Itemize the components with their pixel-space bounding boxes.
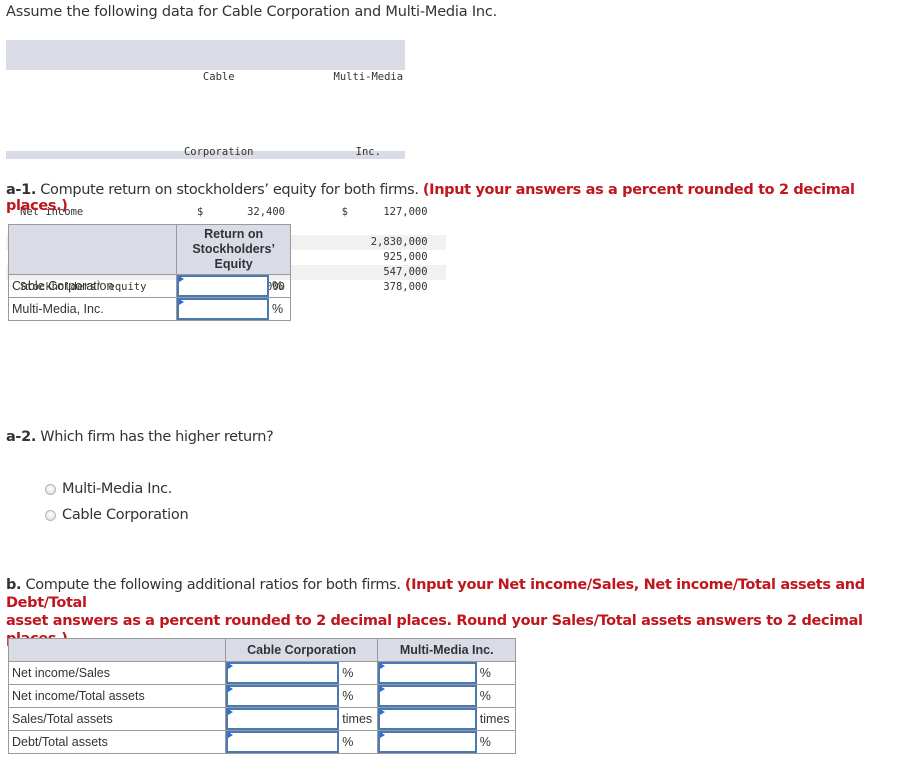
data-cell-multimedia: 2,830,000 — [291, 235, 446, 250]
roe-table: Return on Stockholders’ Equity Cable Cor… — [7, 224, 291, 321]
roe-row-cable: Cable Corporation % — [7, 274, 291, 298]
roe-input-cell — [176, 297, 269, 321]
ratios-row-label: Debt/Total assets — [8, 730, 226, 754]
data-header-cable-2: Corporation — [146, 115, 291, 190]
radio-option-cable[interactable]: Cable Corporation — [45, 507, 189, 523]
unit-label: % — [269, 297, 291, 321]
ratios-input-cell — [224, 684, 340, 708]
unit-label: % — [476, 684, 516, 708]
ratios-row: Net income/Sales % % — [8, 661, 516, 685]
roe-row-label: Multi-Media, Inc. — [7, 297, 178, 321]
ratios-row: Net income/Total assets % % — [8, 684, 516, 708]
ratios-input-cell — [224, 730, 340, 754]
ratios-header-multimedia: Multi-Media Inc. — [377, 638, 516, 662]
data-header-multimedia-2: Inc. — [291, 115, 446, 190]
unit-label: times — [339, 707, 379, 731]
ratios-input-cell — [377, 684, 477, 708]
roe-row-label: Cable Corporation — [7, 274, 178, 298]
radio-option-multimedia[interactable]: Multi-Media Inc. — [45, 481, 172, 497]
data-header-cable: Cable — [146, 40, 291, 115]
question-a1-text: Compute return on stockholders’ equity f… — [36, 182, 423, 198]
data-header-cable-line1: Cable — [202, 71, 235, 83]
intro-text: Assume the following data for Cable Corp… — [6, 4, 498, 20]
roe-row-multimedia: Multi-Media, Inc. % — [7, 297, 291, 321]
debt-total-assets-multimedia-input[interactable] — [378, 731, 477, 753]
question-a1-prefix: a-1. — [6, 182, 37, 198]
data-header-empty-2 — [6, 115, 146, 190]
ratios-input-cell — [377, 661, 477, 685]
net-income-total-assets-cable-input[interactable] — [225, 685, 340, 707]
net-income-sales-multimedia-input[interactable] — [378, 662, 477, 684]
unit-label: % — [339, 684, 379, 708]
sales-total-assets-cable-input[interactable] — [225, 708, 340, 730]
ratios-row-label: Net income/Total assets — [8, 684, 226, 708]
ratios-header-cable: Cable Corporation — [224, 638, 379, 662]
given-data-table: Cable Multi-Media Corporation Inc. Net i… — [6, 40, 446, 293]
roe-header: Return on Stockholders’ Equity — [176, 224, 291, 275]
question-a2-prefix: a-2. — [6, 429, 37, 445]
data-cell-multimedia: 925,000 — [383, 251, 428, 263]
net-income-sales-cable-input[interactable] — [225, 662, 340, 684]
ratios-table: Cable Corporation Multi-Media Inc. Net i… — [8, 638, 516, 754]
ratios-row: Debt/Total assets % % — [8, 730, 516, 754]
ratios-input-cell — [377, 707, 477, 731]
data-cell-multimedia: 378,000 — [383, 281, 428, 293]
radio-button[interactable] — [45, 509, 56, 521]
ratios-input-cell — [224, 707, 340, 731]
radio-label[interactable]: Multi-Media Inc. — [62, 481, 172, 497]
radio-label[interactable]: Cable Corporation — [62, 507, 189, 523]
roe-header-empty — [7, 224, 178, 275]
unit-label: % — [339, 661, 379, 685]
roe-header-line2: Stockholders’ — [192, 242, 275, 256]
unit-label: % — [476, 730, 516, 754]
unit-label: times — [476, 707, 516, 731]
ratios-header-empty — [8, 638, 226, 662]
ratios-input-cell — [377, 730, 477, 754]
ratios-row: Sales/Total assets times times — [8, 707, 516, 731]
question-a2-text: Which firm has the higher return? — [36, 429, 274, 445]
sales-total-assets-multimedia-input[interactable] — [378, 708, 477, 730]
unit-label: % — [339, 730, 379, 754]
ratios-row-label: Net income/Sales — [8, 661, 226, 685]
roe-input-cell — [176, 274, 269, 298]
question-a2: a-2. Which firm has the higher return? — [6, 429, 274, 445]
debt-total-assets-cable-input[interactable] — [225, 731, 340, 753]
radio-button[interactable] — [45, 483, 56, 495]
data-header-empty — [6, 40, 146, 115]
question-a1: a-1. Compute return on stockholders’ equ… — [6, 182, 918, 214]
data-header-multimedia-line2: Inc. — [355, 146, 381, 158]
unit-label: % — [476, 661, 516, 685]
roe-multimedia-input[interactable] — [177, 298, 269, 320]
question-b-prefix: b. — [6, 577, 22, 593]
data-cell-multimedia: 547,000 — [291, 265, 446, 280]
data-header-multimedia: Multi-Media — [291, 40, 446, 115]
net-income-total-assets-multimedia-input[interactable] — [378, 685, 477, 707]
data-header-multimedia-line1: Multi-Media — [333, 71, 404, 83]
data-header-cable-line2: Corporation — [183, 146, 254, 158]
roe-cable-input[interactable] — [177, 275, 269, 297]
ratios-row-label: Sales/Total assets — [8, 707, 226, 731]
ratios-input-cell — [224, 661, 340, 685]
question-b-text: Compute the following additional ratios … — [21, 577, 405, 593]
roe-header-line1: Return on — [204, 227, 264, 241]
unit-label: % — [269, 274, 291, 298]
roe-header-line3: Equity — [214, 257, 253, 271]
